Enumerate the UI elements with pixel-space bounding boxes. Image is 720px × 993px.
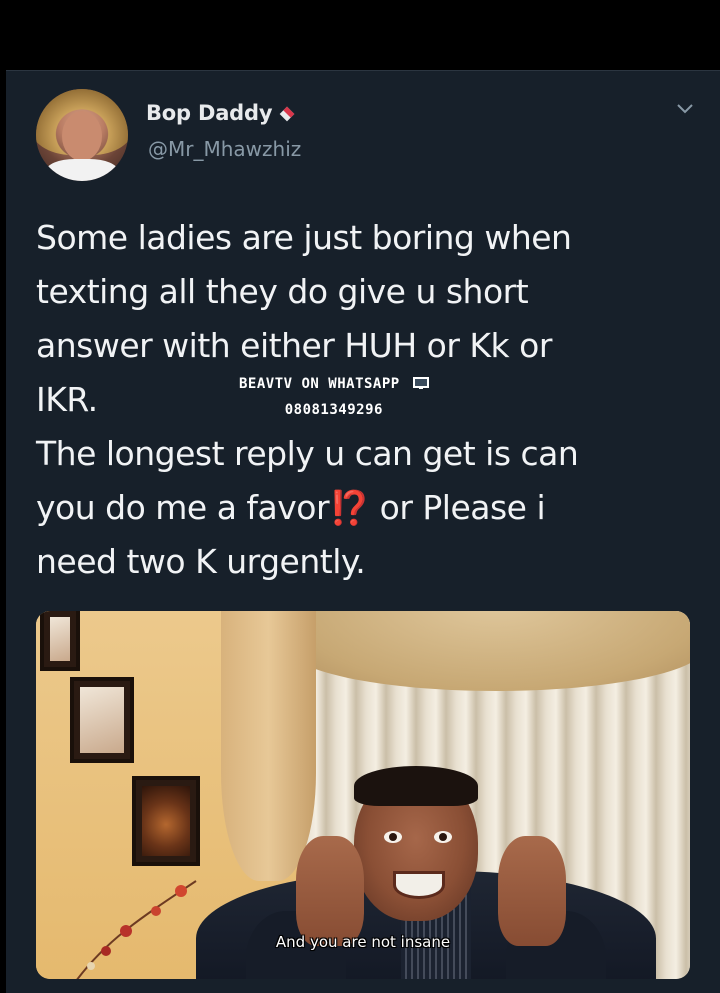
tweet-text-line: texting all they do give u short [36,272,529,311]
man-right-hand [498,836,566,946]
watermark-text: BEAVTV ON WHATSAPP [239,376,400,392]
wall-picture-frame [70,677,134,763]
screenshot-frame: Bop Daddy @Mr_Mhawzhiz Some ladies are j… [0,0,720,993]
man-left-hand [296,836,364,946]
tweet-text-segment: you do me a favor [36,488,330,527]
man-hair [354,766,478,806]
man-mouth [393,871,445,899]
display-name-text[interactable]: Bop Daddy [146,101,273,125]
chevron-down-icon[interactable] [674,97,696,119]
media-caption: And you are not insane [275,933,451,951]
name-row: Bop Daddy [146,101,296,125]
tweet-text-line: The longest reply u can get is can [36,434,579,473]
tweet-card[interactable]: Bop Daddy @Mr_Mhawzhiz Some ladies are j… [6,70,720,993]
interrobang-emoji: ⁉️ [329,488,370,527]
wall-picture-frame [40,611,80,671]
watermark-phone: 08081349296 [284,402,383,418]
man-eye [434,831,452,843]
man-eye [384,831,402,843]
tv-icon [412,372,429,389]
user-handle[interactable]: @Mr_Mhawzhiz [148,137,301,161]
avatar-shirt [46,159,118,181]
heart-tag-icon [276,103,296,123]
tweet-text-line: Some ladies are just boring when [36,218,572,257]
tweet-text-line-with-emoji: you do me a favor⁉️ or Please i [36,481,686,535]
tweet-text-line: answer with either HUH or Kk or [36,326,552,365]
watermark-line1: BEAVTV ON WHATSAPP [239,371,429,397]
tweet-media-image[interactable]: And you are not insane [36,611,690,979]
user-display-name[interactable]: Bop Daddy [146,101,296,125]
tweet-text-segment: or Please i [379,488,546,527]
watermark: BEAVTV ON WHATSAPP 08081349296 [239,371,429,423]
avatar[interactable] [36,89,128,181]
tweet-text-line: need two K urgently. [36,542,366,581]
avatar-face [62,111,102,161]
